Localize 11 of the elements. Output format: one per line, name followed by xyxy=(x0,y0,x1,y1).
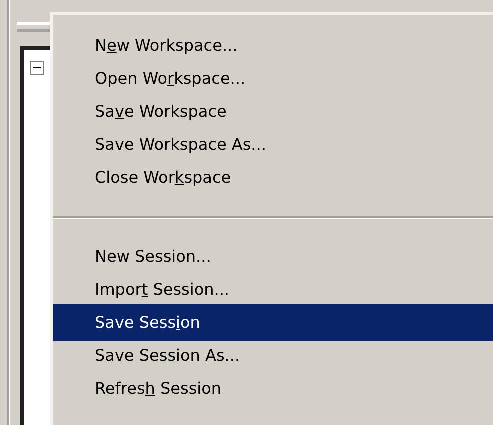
menu-item[interactable]: Save Session As... xyxy=(53,339,493,372)
collapse-icon[interactable] xyxy=(30,61,44,75)
menu-item[interactable]: Save Session xyxy=(53,304,493,341)
menu-item[interactable]: Save Workspace xyxy=(53,95,493,128)
menu-item[interactable]: New Session... xyxy=(53,240,493,273)
menu-item[interactable]: Save Workspace As... xyxy=(53,128,493,161)
menu-item[interactable]: Refresh Session xyxy=(53,372,493,405)
menu-item[interactable]: New Workspace... xyxy=(53,29,493,62)
menu-item[interactable]: Open Workspace... xyxy=(53,62,493,95)
menu-item[interactable]: Close Workspace xyxy=(53,161,493,194)
menu-item[interactable]: Import Session... xyxy=(53,273,493,306)
